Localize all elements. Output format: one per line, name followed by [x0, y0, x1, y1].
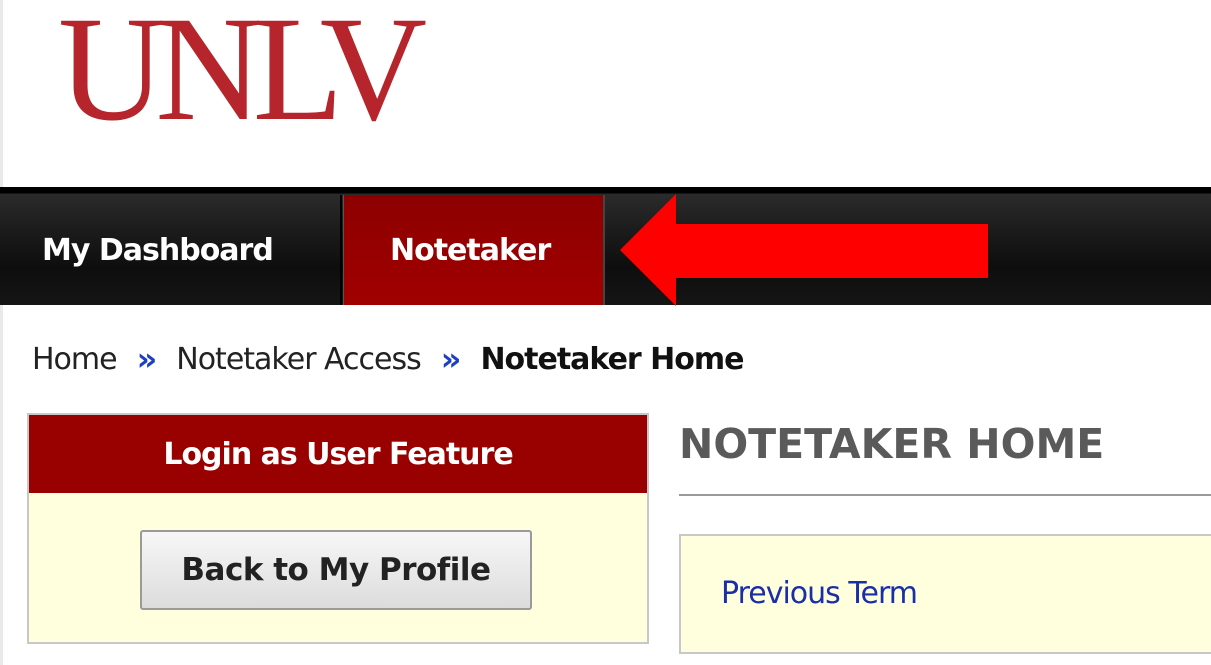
- unlv-logo[interactable]: UNLV: [58, 0, 427, 144]
- breadcrumb-separator-icon: »: [440, 340, 462, 378]
- breadcrumb-home[interactable]: Home: [32, 342, 118, 377]
- title-divider: [679, 494, 1211, 496]
- back-to-my-profile-button[interactable]: Back to My Profile: [140, 530, 532, 610]
- previous-term-link[interactable]: Previous Term: [721, 576, 918, 611]
- tab-my-dashboard[interactable]: My Dashboard: [3, 195, 342, 305]
- tab-notetaker-label: Notetaker: [390, 232, 551, 268]
- page-title: NOTETAKER HOME: [679, 420, 1105, 468]
- login-panel-header: Login as User Feature: [29, 415, 647, 493]
- window-edge: [0, 0, 3, 665]
- breadcrumb-notetaker-access[interactable]: Notetaker Access: [176, 342, 421, 377]
- red-arrow-annotation-icon: [620, 194, 988, 306]
- tab-my-dashboard-label: My Dashboard: [42, 232, 274, 268]
- back-button-label: Back to My Profile: [181, 552, 491, 588]
- breadcrumb-separator-icon: »: [136, 340, 158, 378]
- breadcrumb: Home » Notetaker Access » Notetaker Home: [32, 337, 744, 381]
- login-panel-title: Login as User Feature: [163, 436, 513, 472]
- tab-notetaker[interactable]: Notetaker: [343, 195, 605, 305]
- login-as-user-panel: Login as User Feature Back to My Profile: [27, 413, 649, 644]
- breadcrumb-current-page: Notetaker Home: [480, 341, 744, 377]
- term-panel: Previous Term: [679, 534, 1211, 654]
